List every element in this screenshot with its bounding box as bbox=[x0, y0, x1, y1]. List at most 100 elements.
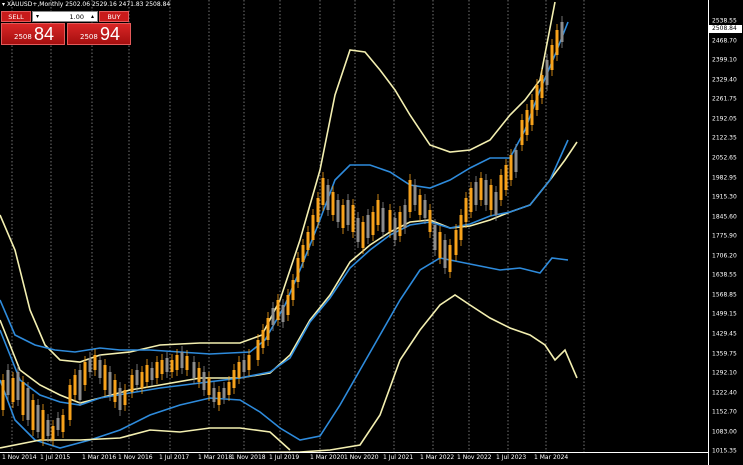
chart-canvas[interactable] bbox=[0, 0, 708, 452]
sell-price-box[interactable]: 2508 84 bbox=[1, 23, 65, 45]
bull-candle bbox=[504, 165, 508, 190]
bull-candle bbox=[11, 378, 15, 402]
price-tick-label: 1775.90 bbox=[712, 232, 737, 240]
bull-candle bbox=[550, 45, 554, 70]
bear-candle bbox=[202, 372, 206, 390]
bull-candle bbox=[197, 368, 201, 382]
price-tick-label: 2261.75 bbox=[712, 95, 737, 103]
bull-candle bbox=[41, 410, 45, 440]
price-tick-label: 1429.45 bbox=[712, 330, 737, 338]
bull-candle bbox=[408, 180, 412, 212]
bull-candle bbox=[341, 205, 345, 228]
bull-candle bbox=[489, 185, 493, 210]
bear-candle bbox=[336, 200, 340, 222]
bull-candle bbox=[398, 212, 402, 236]
bear-candle bbox=[545, 60, 549, 85]
bull-candle bbox=[247, 355, 251, 370]
time-tick-label: 1 Nov 2020 bbox=[344, 454, 379, 461]
bull-candle bbox=[232, 370, 236, 388]
bull-candle bbox=[296, 258, 300, 282]
buy-price-big: 94 bbox=[100, 24, 121, 44]
time-tick-label: 1 Mar 2022 bbox=[420, 454, 455, 461]
bull-candle bbox=[217, 392, 221, 405]
bull-candle bbox=[525, 110, 529, 135]
bull-candle bbox=[469, 188, 473, 212]
ohlc-values: 2502.06 2529.16 2471.83 2508.84 bbox=[65, 1, 171, 8]
bull-candle bbox=[371, 212, 375, 235]
bear-candle bbox=[135, 370, 139, 385]
upper-inner-band bbox=[0, 21, 569, 355]
time-tick-label: 1 Jul 2017 bbox=[159, 454, 190, 461]
time-tick-label: 1 Jul 2015 bbox=[40, 454, 71, 461]
bear-candle bbox=[98, 360, 102, 378]
lot-value[interactable]: 1.00 bbox=[70, 13, 84, 21]
bear-candle bbox=[26, 388, 30, 420]
price-tick-label: 2538.55 bbox=[712, 17, 737, 25]
bull-candle bbox=[51, 426, 55, 440]
price-tick-label: 1915.30 bbox=[712, 193, 737, 201]
chart-area[interactable] bbox=[0, 0, 708, 452]
bear-candle bbox=[16, 372, 20, 400]
buy-price-box[interactable]: 2508 94 bbox=[67, 23, 131, 45]
bull-candle bbox=[175, 355, 179, 370]
price-tick-label: 1015.35 bbox=[712, 447, 737, 455]
price-tick-label: 2399.10 bbox=[712, 56, 737, 64]
bull-candle bbox=[499, 175, 503, 200]
bull-candle bbox=[361, 222, 365, 248]
bull-candle bbox=[61, 415, 65, 432]
bull-candle bbox=[123, 390, 127, 405]
bull-candle bbox=[21, 382, 25, 415]
bull-candle bbox=[31, 400, 35, 430]
sell-price-small: 2508 bbox=[14, 33, 32, 41]
bear-candle bbox=[393, 218, 397, 240]
price-tick-label: 2468.70 bbox=[712, 37, 737, 45]
bull-candle bbox=[170, 360, 174, 372]
bull-candle bbox=[306, 232, 310, 250]
bull-candle bbox=[530, 100, 534, 125]
bull-candle bbox=[331, 192, 335, 215]
bull-candle bbox=[535, 85, 539, 110]
time-tick-label: 1 Mar 2020 bbox=[310, 454, 345, 461]
time-tick-label: 1 Nov 2022 bbox=[457, 454, 492, 461]
price-axis[interactable]: 2538.55 2468.70 2399.10 2329.40 2261.75 2192.… bbox=[708, 0, 743, 465]
bull-candle bbox=[68, 385, 72, 420]
sell-price-big: 84 bbox=[34, 24, 55, 44]
bull-candle bbox=[388, 210, 392, 232]
bear-candle bbox=[484, 180, 488, 205]
bull-candle bbox=[376, 200, 380, 225]
bull-candle bbox=[418, 195, 422, 215]
time-tick-label: 1 Mar 2018 bbox=[198, 454, 233, 461]
time-tick-label: 1 Jul 2021 bbox=[383, 454, 414, 461]
time-tick-label: 1 Nov 2018 bbox=[231, 454, 266, 461]
bull-candle bbox=[155, 362, 159, 378]
bear-candle bbox=[433, 225, 437, 250]
bear-candle bbox=[403, 205, 407, 228]
bull-candle bbox=[428, 210, 432, 232]
bull-candle bbox=[261, 330, 265, 348]
buy-price-small: 2508 bbox=[80, 33, 98, 41]
bear-candle bbox=[150, 368, 154, 380]
lot-size-input[interactable]: ▾ 1.00 ▴ bbox=[32, 11, 98, 22]
bear-candle bbox=[423, 200, 427, 218]
symbol-dropdown-icon[interactable]: ▾ bbox=[2, 1, 5, 8]
time-axis[interactable]: 1 Nov 2014 1 Jul 2015 1 Mar 2016 1 Nov 2016… bbox=[0, 452, 708, 465]
sell-button[interactable]: SELL bbox=[1, 11, 31, 22]
bear-candle bbox=[494, 192, 498, 215]
lot-increase-icon[interactable]: ▴ bbox=[89, 13, 96, 20]
price-tick-label: 1222.40 bbox=[712, 389, 737, 397]
bull-candle bbox=[459, 215, 463, 240]
price-tick-label: 1083.00 bbox=[712, 428, 737, 436]
symbol-name: XAUUSD+,Monthly bbox=[6, 1, 64, 8]
lot-decrease-icon[interactable]: ▾ bbox=[34, 13, 41, 20]
time-tick-label: 1 Nov 2016 bbox=[118, 454, 153, 461]
bull-candle bbox=[286, 295, 290, 315]
buy-button[interactable]: BUY bbox=[99, 11, 129, 22]
bull-candle bbox=[291, 280, 295, 300]
bull-candle bbox=[140, 372, 144, 388]
bull-candle bbox=[301, 245, 305, 262]
bear-candle bbox=[560, 22, 564, 42]
bull-candle bbox=[266, 318, 270, 340]
time-tick-label: 1 Mar 2016 bbox=[82, 454, 117, 461]
price-tick-label: 1568.85 bbox=[712, 291, 737, 299]
bull-candle bbox=[316, 198, 320, 222]
